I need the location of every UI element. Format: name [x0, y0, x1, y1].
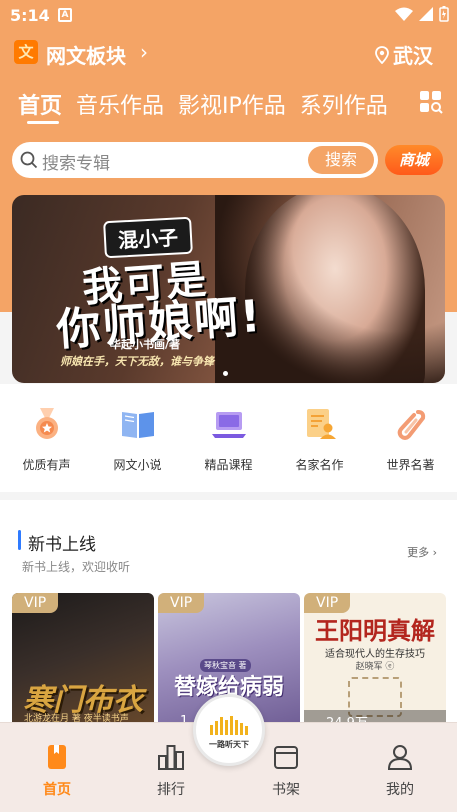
book-icon [121, 412, 154, 438]
category-label: 名家名作 [295, 458, 344, 472]
book-cover-tagline: 适合现代人的生存技巧 [325, 649, 425, 660]
status-bar: 5:14 A [0, 0, 457, 32]
section-title[interactable]: 网文板块 [46, 40, 126, 69]
book-card[interactable]: VIP 王阳明真解 适合现代人的生存技巧 赵晓军 ⓔ 24.9万 [304, 593, 446, 733]
profile-icon [387, 745, 413, 770]
location-selector[interactable]: 武汉 [375, 40, 433, 69]
book-cover-author: 赵晓军 ⓔ [355, 662, 395, 672]
vip-badge: VIP [304, 593, 351, 613]
location-pin-icon [375, 45, 389, 64]
more-link[interactable]: 更多 › [407, 544, 437, 560]
category-courses[interactable]: 精品课程 [184, 384, 273, 492]
notification-a-icon: A [58, 8, 72, 22]
home-book-icon [48, 745, 66, 769]
banner-author: 华起小书画/著 [110, 338, 181, 351]
category-grid-icon[interactable] [419, 90, 443, 114]
nav-label: 我的 [386, 782, 414, 798]
vip-badge: VIP [158, 593, 205, 613]
nav-bookshelf[interactable]: 书架 [256, 743, 316, 799]
document-user-icon [306, 409, 336, 439]
category-web-novel[interactable]: 网文小说 [93, 384, 182, 492]
chevron-right-icon[interactable]: › [140, 40, 148, 64]
book-card[interactable]: VIP 寒门布衣 北游龙在月 著 夜半读书声 [12, 593, 154, 733]
category-label: 精品课程 [204, 458, 253, 472]
section-accent-bar [18, 530, 21, 550]
nav-home[interactable]: 首页 [27, 743, 87, 799]
tab-series[interactable]: 系列作品 [300, 88, 388, 120]
section-logo-icon: 文 [14, 40, 38, 64]
paperclip-icon [397, 410, 425, 440]
search-icon [20, 151, 38, 169]
carousel-dot[interactable] [223, 371, 228, 376]
category-masterpieces[interactable]: 名家名作 [275, 384, 364, 492]
tab-film-ip[interactable]: 影视IP作品 [178, 88, 286, 120]
active-tab-indicator [27, 121, 59, 124]
nav-profile[interactable]: 我的 [370, 743, 430, 799]
category-label: 优质有声 [22, 458, 71, 472]
category-label: 网文小说 [113, 458, 162, 472]
banner-slogan: 师娘在手，天下无敌，谁与争锋 [60, 355, 214, 368]
top-tabs: 首页 音乐作品 影视IP作品 系列作品 [18, 88, 388, 120]
battery-icon [439, 6, 449, 22]
category-row: 优质有声 网文小说 精品课程 名家名作 世界名著 [0, 384, 457, 492]
vip-badge: VIP [12, 593, 59, 613]
tab-music[interactable]: 音乐作品 [76, 88, 164, 120]
signal-icon [419, 7, 433, 21]
center-button-label: 一路听天下 [209, 740, 249, 749]
ranking-icon [158, 745, 184, 770]
search-button[interactable]: 搜索 [308, 146, 374, 174]
section-subtitle: 新书上线，欢迎收听 [22, 560, 131, 574]
section-heading: 新书上线 [28, 535, 96, 555]
system-icons [395, 6, 449, 22]
medal-icon [35, 408, 58, 439]
bookshelf-icon [274, 746, 298, 769]
center-play-button[interactable]: 一路听天下 [193, 694, 265, 766]
category-quality-audio[interactable]: 优质有声 [2, 384, 91, 492]
wifi-icon [395, 7, 413, 21]
nav-label: 书架 [272, 782, 300, 798]
nav-label: 首页 [43, 782, 71, 798]
laptop-icon [211, 412, 246, 438]
mall-button[interactable]: 商城 [385, 145, 443, 175]
book-cover-title: 王阳明真解 [315, 617, 435, 645]
category-world-classics[interactable]: 世界名著 [366, 384, 455, 492]
promo-banner[interactable]: 混小子 我可是 你师娘啊! 华起小书画/著 师娘在手，天下无敌，谁与争锋 [12, 195, 445, 383]
sound-wave-icon [210, 716, 248, 735]
nav-label: 排行 [157, 782, 185, 798]
tab-home[interactable]: 首页 [18, 88, 62, 120]
search-input[interactable]: 搜索专辑 [42, 149, 110, 174]
nav-ranking[interactable]: 排行 [141, 743, 201, 799]
category-label: 世界名著 [386, 458, 435, 472]
status-time: 5:14 [10, 6, 50, 25]
location-label: 武汉 [393, 44, 433, 68]
